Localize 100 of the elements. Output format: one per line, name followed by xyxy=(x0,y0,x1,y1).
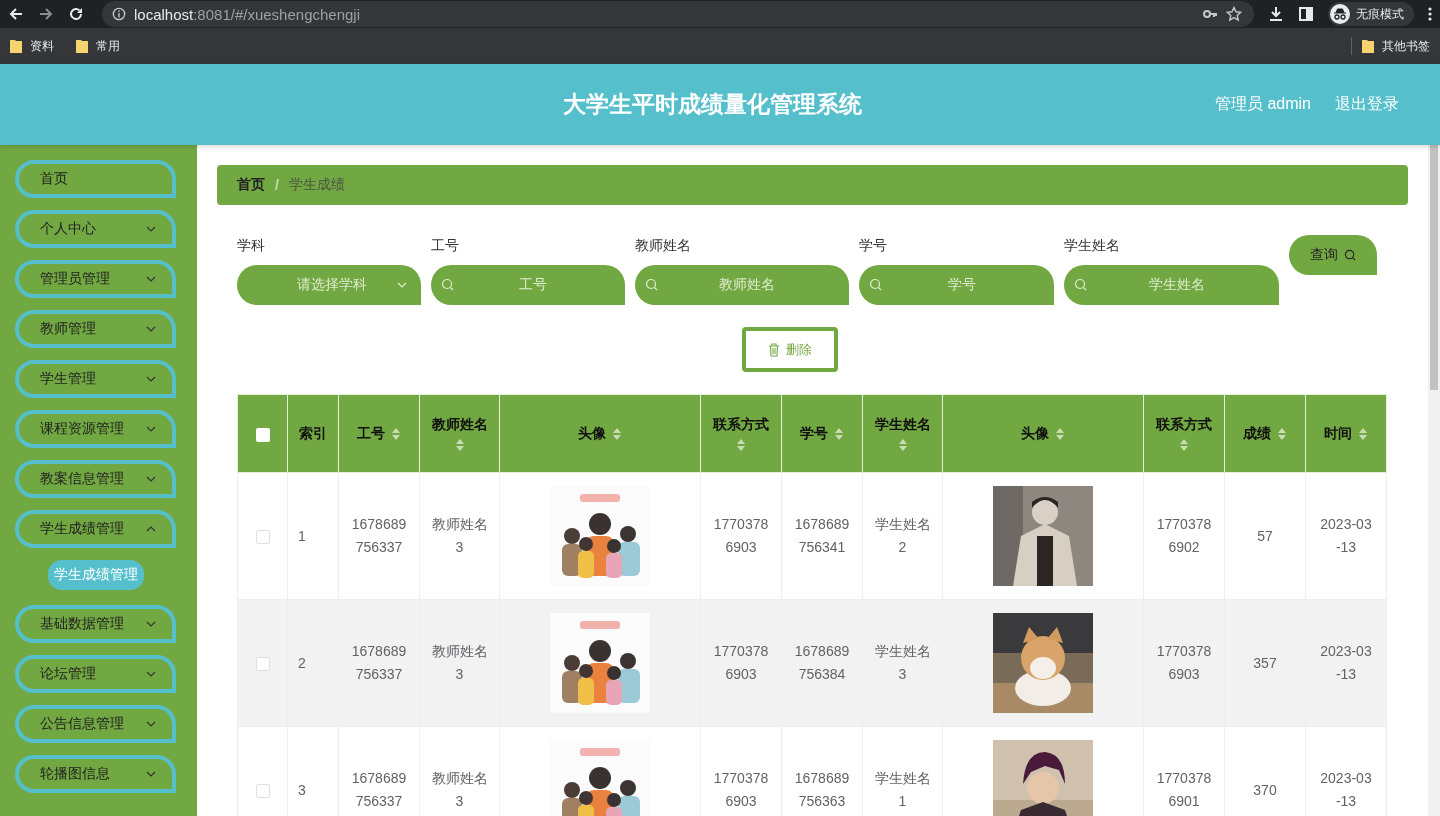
chevron-icon xyxy=(146,326,156,332)
row-checkbox[interactable] xyxy=(255,530,270,545)
sidebar-item[interactable]: 个人中心 xyxy=(15,210,176,248)
breadcrumb-item: 学生成绩 xyxy=(288,176,345,194)
table-cell-text: 1678689756337 xyxy=(351,769,407,811)
download-icon[interactable] xyxy=(1268,6,1284,22)
delete-button[interactable]: 删除 xyxy=(742,327,838,372)
table-cell-text: 2023-03-13 xyxy=(1319,642,1373,684)
sidebar-item[interactable]: 学生成绩管理 xyxy=(15,510,176,548)
sidebar-item[interactable]: 学生管理 xyxy=(15,360,176,398)
chevron-icon xyxy=(146,621,156,627)
table-cell-text: 17703786902 xyxy=(1156,515,1212,557)
table-cell-text: 1678689756341 xyxy=(794,515,850,557)
column-label: 教师姓名 xyxy=(431,415,488,434)
breadcrumb-item[interactable]: 首页 xyxy=(237,176,265,194)
table-cell-text: 教师姓名3 xyxy=(430,642,489,684)
url-text: localhost:8081/#/xueshengchengji xyxy=(134,5,360,23)
column-label: 头像 xyxy=(578,424,606,443)
sidebar-item[interactable]: 公告信息管理 xyxy=(15,705,176,743)
select-all-checkbox[interactable] xyxy=(255,427,270,442)
table-cell-text: 1678689756337 xyxy=(351,515,407,557)
table-row[interactable]: 2 1678689756337 教师姓名3 17703786903 1678689756384 学生姓名3 17703786903 357 2023-03-13 xyxy=(237,599,1387,727)
row-checkbox[interactable] xyxy=(255,784,270,799)
sort-icon[interactable] xyxy=(1277,426,1287,441)
star-icon[interactable] xyxy=(1226,6,1242,22)
sort-icon[interactable] xyxy=(1179,437,1189,452)
bookmark-item[interactable]: 常用 xyxy=(76,37,120,55)
table-row[interactable]: 3 1678689756337 教师姓名3 17703786903 1678689756363 学生姓名1 17703786901 370 2023-03-13 xyxy=(237,726,1387,816)
scrollbar[interactable] xyxy=(1428,145,1440,816)
search-icon xyxy=(869,278,883,292)
sort-icon[interactable] xyxy=(612,426,622,441)
table-cell-text: 学生姓名2 xyxy=(873,515,932,557)
reload-icon[interactable] xyxy=(68,6,84,22)
sidebar-item[interactable]: 课程资源管理 xyxy=(15,410,176,448)
table-cell-text: 357 xyxy=(1253,653,1277,673)
table-cell-text: 17703786903 xyxy=(713,515,769,557)
sort-icon[interactable] xyxy=(897,437,908,452)
sort-icon[interactable] xyxy=(1055,426,1065,441)
sidebar-item[interactable]: 管理员管理 xyxy=(15,260,176,298)
sort-icon[interactable] xyxy=(454,437,465,452)
back-icon[interactable] xyxy=(8,6,24,22)
chevron-icon xyxy=(146,226,156,232)
breadcrumb-separator: / xyxy=(275,177,279,193)
user-label: 管理员 admin xyxy=(1214,94,1311,114)
chevron-icon xyxy=(146,426,156,432)
table-cell-text: 57 xyxy=(1257,526,1273,546)
filter-label: 工号 xyxy=(431,236,460,255)
table-cell-text: 教师姓名3 xyxy=(430,515,489,557)
forward-icon[interactable] xyxy=(38,6,54,22)
column-label: 学生姓名 xyxy=(874,415,931,434)
column-label: 成绩 xyxy=(1243,424,1271,443)
sidebar-item[interactable]: 基础数据管理 xyxy=(15,605,176,643)
address-bar[interactable]: localhost:8081/#/xueshengchengji xyxy=(102,1,1254,27)
chevron-icon xyxy=(146,376,156,382)
table-cell-text: 2023-03-13 xyxy=(1319,515,1373,557)
bookmark-item[interactable]: 资料 xyxy=(10,37,54,55)
table-cell-text: 教师姓名3 xyxy=(430,769,489,811)
app-title: 大学生平时成绩量化管理系统 xyxy=(563,90,862,119)
filter-label: 学生姓名 xyxy=(1064,236,1121,255)
sidebar-item[interactable]: 轮播图信息 xyxy=(15,755,176,793)
menu-icon[interactable] xyxy=(1428,6,1432,22)
filter-label: 教师姓名 xyxy=(635,236,692,255)
sidebar-item[interactable]: 首页 xyxy=(15,160,176,198)
table-cell-text: 学生姓名3 xyxy=(873,642,932,684)
table-cell-text: 370 xyxy=(1253,780,1277,800)
sidebar-item[interactable]: 教案信息管理 xyxy=(15,460,176,498)
table-cell-text: 2023-03-13 xyxy=(1319,769,1373,811)
folder-icon xyxy=(1362,39,1374,53)
column-label: 学号 xyxy=(800,424,828,443)
table-cell-text: 1678689756337 xyxy=(351,642,407,684)
column-label: 时间 xyxy=(1324,424,1352,443)
filter-label: 学科 xyxy=(237,236,266,255)
table-row[interactable]: 1 1678689756337 教师姓名3 17703786903 1678689756341 学生姓名2 17703786902 57 2023-03-13 xyxy=(237,472,1387,600)
table-cell-text: 17703786901 xyxy=(1156,769,1212,811)
bookmark-item[interactable]: 其他书签 xyxy=(1362,37,1430,55)
sidebar-item[interactable]: 论坛管理 xyxy=(15,655,176,693)
sort-icon[interactable] xyxy=(736,437,746,452)
chevron-icon xyxy=(146,476,156,482)
table-cell-text: 学生姓名1 xyxy=(873,769,932,811)
table-cell-text: 17703786903 xyxy=(1156,642,1212,684)
search-button[interactable]: 查询 xyxy=(1289,235,1377,275)
chevron-icon xyxy=(146,721,156,727)
filter-label: 学号 xyxy=(859,236,888,255)
sidebar-item[interactable]: 教师管理 xyxy=(15,310,176,348)
incognito-badge[interactable]: 无痕模式 xyxy=(1328,2,1414,26)
chevron-icon xyxy=(146,526,156,532)
trash-icon xyxy=(768,342,780,357)
search-icon xyxy=(1343,248,1357,262)
row-checkbox[interactable] xyxy=(255,657,270,672)
column-label: 索引 xyxy=(299,424,327,443)
incognito-icon xyxy=(1330,4,1350,24)
sort-icon[interactable] xyxy=(1358,426,1368,441)
search-icon xyxy=(441,278,455,292)
info-icon xyxy=(112,7,126,21)
table-cell-text: 2 xyxy=(298,653,306,673)
table-cell-text: 1 xyxy=(298,526,306,546)
sort-icon[interactable] xyxy=(834,426,844,441)
sort-icon[interactable] xyxy=(391,426,401,441)
table-cell-text: 17703786903 xyxy=(713,642,769,684)
side-panel-icon[interactable] xyxy=(1298,6,1314,22)
